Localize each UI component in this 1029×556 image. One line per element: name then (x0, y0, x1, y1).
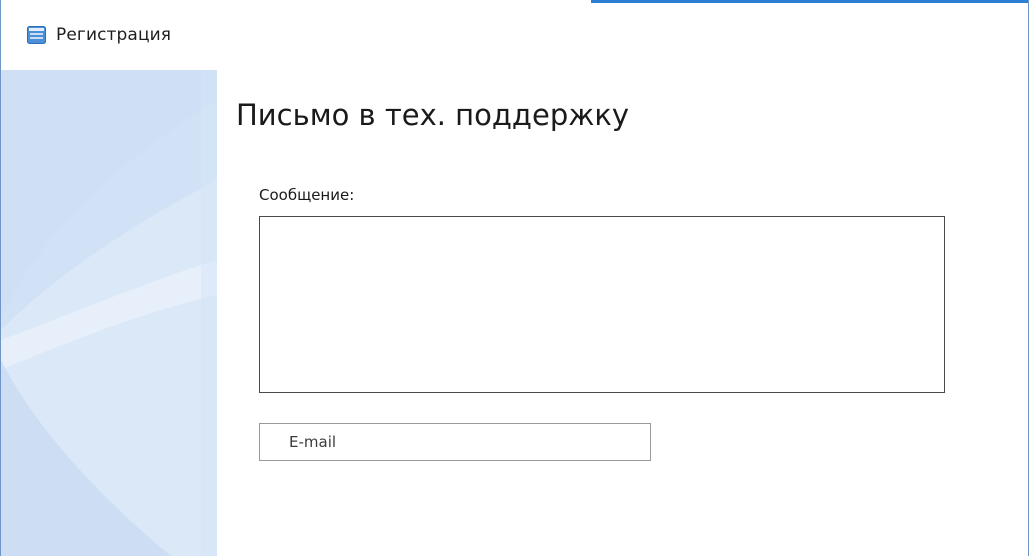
window-title: Регистрация (56, 25, 172, 45)
email-field[interactable] (259, 423, 651, 461)
title-bar[interactable]: Регистрация (1, 0, 1028, 70)
app-window-icon (27, 26, 46, 44)
registration-window: Регистрация Письмо в тех. поддержку Сооб… (0, 0, 1029, 556)
message-textarea[interactable] (259, 216, 945, 393)
side-decoration-panel (1, 70, 217, 556)
message-label: Сообщение: (259, 186, 355, 204)
page-heading: Письмо в тех. поддержку (236, 98, 630, 132)
